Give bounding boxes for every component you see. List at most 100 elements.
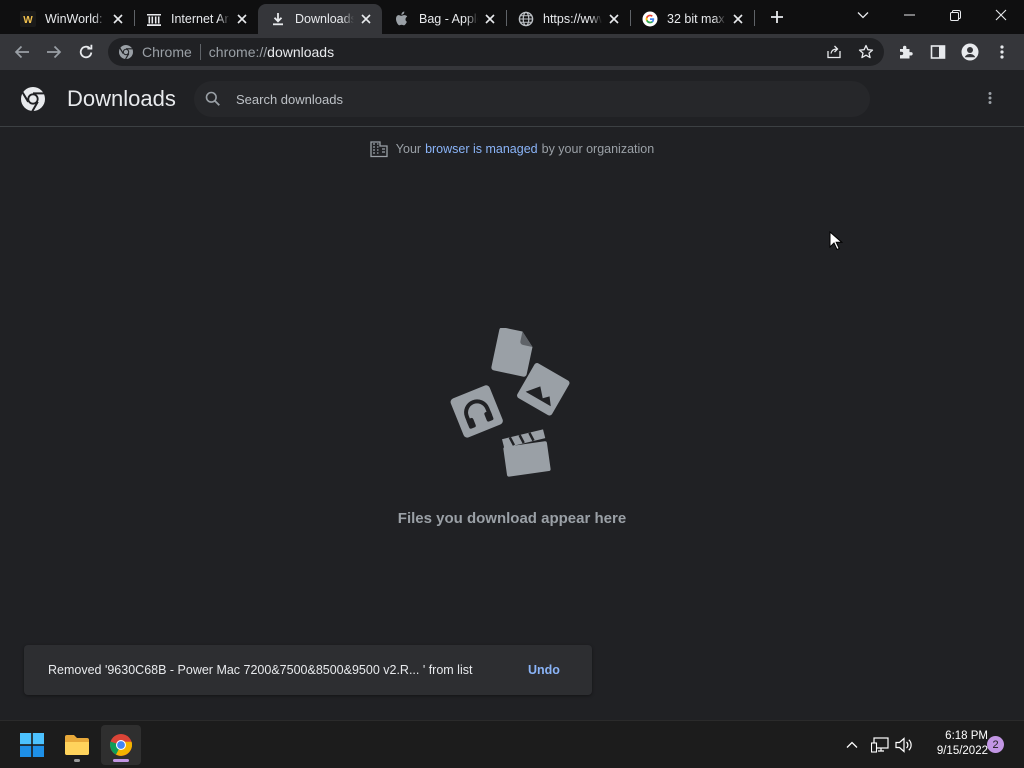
search-placeholder: Search downloads: [236, 91, 343, 107]
file-explorer-button[interactable]: [57, 725, 97, 765]
chrome-taskbar-button[interactable]: [101, 725, 141, 765]
tab-separator: [754, 10, 755, 26]
share-icon: [827, 45, 841, 59]
audio-icon: [450, 385, 503, 438]
search-downloads-field[interactable]: Search downloads: [194, 81, 870, 117]
network-icon: [871, 737, 889, 753]
minimize-button[interactable]: [886, 0, 932, 30]
tab-apple-bag[interactable]: Bag - Apple: [382, 4, 506, 34]
globe-icon: [518, 11, 534, 27]
extensions-button[interactable]: [892, 38, 920, 66]
tab-title: WinWorld:: [45, 12, 103, 26]
toolbar: Chrome chrome://downloads: [0, 34, 1024, 70]
arrow-right-icon: [47, 45, 62, 59]
downloads-header: Downloads Search downloads: [0, 70, 1024, 127]
network-button[interactable]: [870, 735, 890, 755]
start-button[interactable]: [12, 725, 52, 765]
puzzle-icon: [900, 45, 913, 59]
downloads-menu-button[interactable]: [978, 86, 1002, 110]
notification-badge[interactable]: 2: [987, 736, 1004, 753]
tab-strip: W WinWorld: Internet Arc Downloads Bag -: [0, 0, 1024, 34]
reload-button[interactable]: [72, 38, 100, 66]
back-button[interactable]: [8, 38, 36, 66]
toast-message: Removed '9630C68B - Power Mac 7200&7500&…: [48, 663, 473, 677]
managed-text-before: Your: [395, 142, 422, 156]
volume-button[interactable]: [894, 735, 914, 755]
mouse-cursor-icon: [829, 231, 843, 251]
taskbar: 6:18 PM 9/15/2022 2: [0, 720, 1024, 768]
tab-search-button[interactable]: [840, 0, 886, 30]
search-icon: [205, 91, 220, 106]
building-icon: [370, 141, 388, 158]
side-panel-icon: [930, 45, 946, 59]
active-indicator: [113, 759, 129, 762]
close-tab-icon[interactable]: [606, 11, 622, 27]
windows-logo-icon: [20, 733, 44, 757]
empty-downloads-illustration: [450, 328, 570, 477]
clock[interactable]: 6:18 PM 9/15/2022: [918, 729, 988, 759]
new-tab-button[interactable]: [764, 5, 790, 29]
folder-icon: [65, 735, 89, 755]
url-text: chrome://downloads: [209, 44, 334, 60]
svg-text:W: W: [23, 15, 33, 26]
close-window-button[interactable]: [978, 0, 1024, 30]
close-tab-icon[interactable]: [358, 11, 374, 27]
chrome-logo-icon: [21, 87, 45, 112]
chrome-color-icon: [110, 734, 132, 756]
managed-notice: Your browser is managed by your organiza…: [0, 140, 1024, 158]
minimize-icon: [903, 14, 915, 16]
plus-icon: [771, 11, 783, 23]
undo-button[interactable]: Undo: [528, 663, 560, 677]
removed-toast: Removed '9630C68B - Power Mac 7200&7500&…: [24, 645, 592, 695]
tab-website[interactable]: https://www: [506, 4, 630, 34]
chevron-up-icon: [846, 741, 858, 748]
tab-internet-archive[interactable]: Internet Arc: [134, 4, 258, 34]
side-panel-button[interactable]: [924, 38, 952, 66]
managed-text-after: by your organization: [541, 142, 655, 156]
site-chip-label: Chrome: [142, 44, 192, 60]
profile-icon: [961, 43, 979, 61]
download-icon: [270, 11, 286, 27]
url-host: downloads: [267, 44, 335, 60]
forward-button[interactable]: [40, 38, 68, 66]
url-scheme: chrome://: [208, 44, 268, 60]
chrome-icon: [118, 44, 134, 60]
address-bar[interactable]: Chrome chrome://downloads: [108, 38, 884, 66]
close-tab-icon[interactable]: [730, 11, 746, 27]
close-tab-icon[interactable]: [234, 11, 250, 27]
browser-managed-link[interactable]: browser is managed: [425, 142, 538, 156]
star-icon: [858, 44, 874, 59]
restore-icon: [949, 9, 961, 21]
winworld-icon: W: [20, 11, 36, 27]
show-hidden-icons-button[interactable]: [842, 735, 862, 755]
close-tab-icon[interactable]: [110, 11, 126, 27]
clock-date: 9/15/2022: [936, 745, 988, 757]
tab-google-search[interactable]: 32 bit max: [630, 4, 754, 34]
chip-divider: [199, 44, 201, 60]
tab-title: Bag - Apple: [419, 12, 478, 26]
more-vert-icon: [988, 92, 992, 104]
tab-winworld[interactable]: W WinWorld:: [8, 4, 134, 34]
screen: W WinWorld: Internet Arc Downloads Bag -: [0, 0, 1024, 768]
profile-button[interactable]: [956, 38, 984, 66]
chrome-menu-button[interactable]: [988, 38, 1016, 66]
tab-downloads[interactable]: Downloads: [258, 4, 382, 34]
document-icon: [491, 328, 533, 377]
restore-button[interactable]: [932, 0, 978, 30]
running-indicator: [74, 759, 80, 762]
close-tab-icon[interactable]: [482, 11, 498, 27]
tab-title: 32 bit max: [667, 12, 725, 26]
chevron-down-icon: [857, 12, 869, 19]
share-button[interactable]: [820, 38, 848, 66]
tab-title: https://www: [543, 12, 602, 26]
bookmark-button[interactable]: [852, 38, 880, 66]
more-vert-icon: [1000, 45, 1004, 59]
reload-icon: [79, 44, 93, 59]
tab-title: Downloads: [295, 12, 354, 26]
close-icon: [995, 9, 1007, 21]
video-icon: [501, 429, 551, 477]
page-title: Downloads: [67, 86, 176, 111]
internet-archive-icon: [146, 11, 162, 27]
google-icon: [642, 11, 658, 27]
volume-icon: [895, 737, 912, 753]
